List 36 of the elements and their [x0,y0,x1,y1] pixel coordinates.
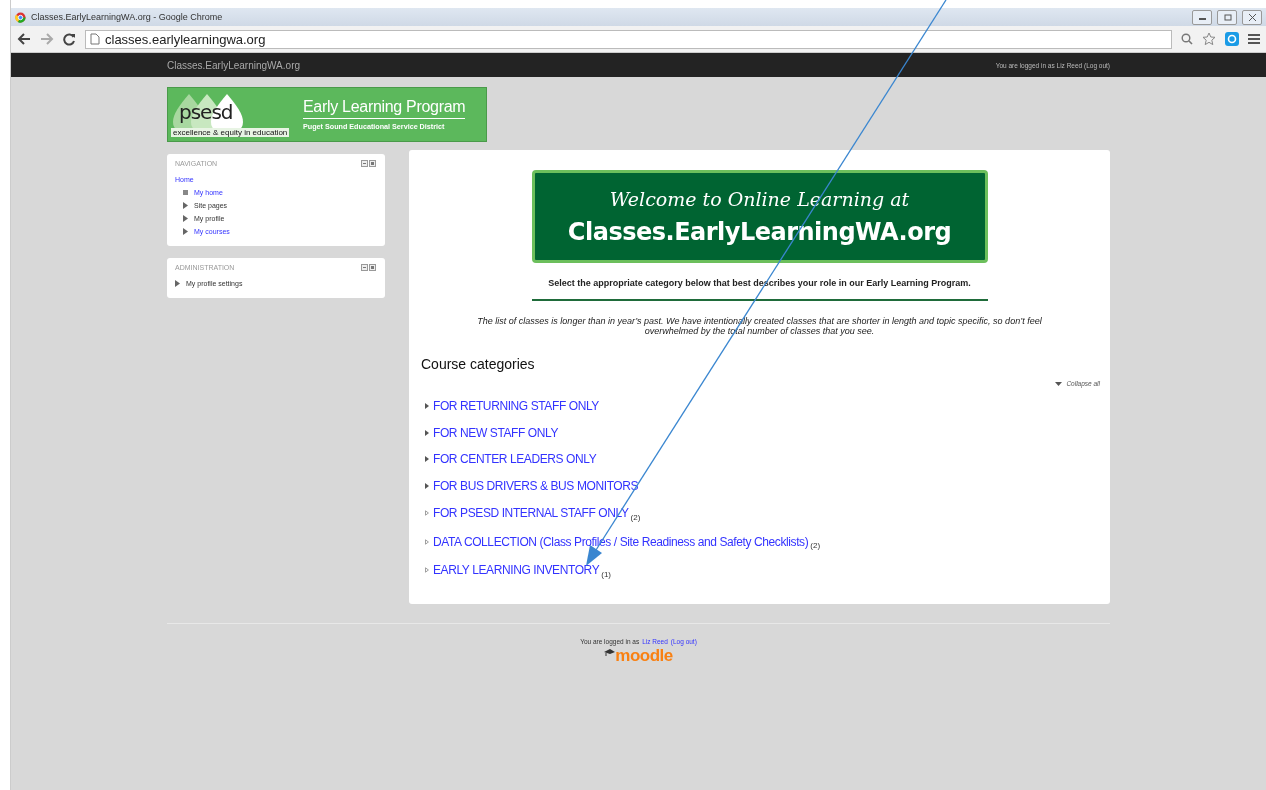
expand-arrow-icon [175,280,180,287]
minimize-button[interactable] [1192,9,1212,25]
banner-title: Classes.EarlyLearningWA.org [567,217,952,246]
logo-title: Early Learning Program [303,98,466,119]
category-link[interactable]: FOR CENTER LEADERS ONLY [433,452,597,467]
close-icon [1247,13,1257,21]
category-link[interactable]: FOR NEW STAFF ONLY [433,425,559,440]
block-controls-icon [361,264,377,271]
course-count: (1) [601,569,611,579]
reload-icon [63,32,76,46]
menu-icon [1248,33,1260,45]
page-icon [90,33,100,45]
bullet-icon [183,190,188,195]
site-name-link[interactable]: Classes.EarlyLearningWA.org [167,59,301,71]
extension-icon [1225,32,1239,46]
close-button[interactable] [1242,9,1262,25]
logo-tagline: excellence & equity in education [171,128,290,137]
caret-icon [1055,381,1063,386]
address-bar[interactable]: classes.earlylearningwa.org [85,29,1172,49]
window-title: Classes.EarlyLearningWA.org - Google Chrome [31,12,223,22]
banner-subtitle: Welcome to Online Learning at [609,187,910,210]
course-count: (2) [630,512,641,522]
section-heading: Course categories [421,356,535,372]
logo-mark: psesd [179,100,233,124]
star-icon [1202,32,1216,46]
forward-icon [40,33,54,45]
block-controls-icon [361,160,377,167]
back-icon [17,33,31,45]
category-link[interactable]: EARLY LEARNING INVENTORY [433,563,600,578]
category-link[interactable]: FOR RETURNING STAFF ONLY [433,399,599,414]
browser-icon [15,11,26,23]
course-count: (2) [810,541,821,550]
zoom-icon [1181,33,1193,45]
restore-icon [1222,13,1232,21]
category-link[interactable]: FOR BUS DRIVERS & BUS MONITORS [433,478,639,493]
cap-icon [604,649,616,656]
